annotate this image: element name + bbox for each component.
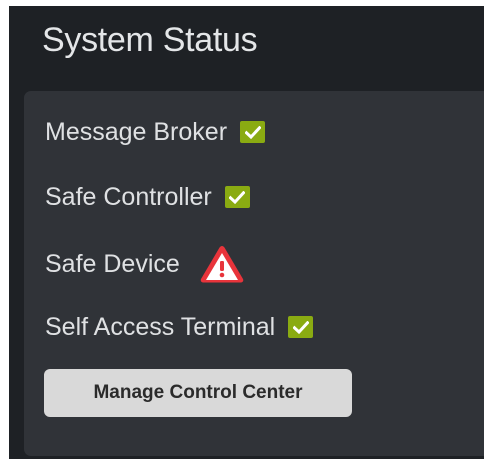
status-label: Message Broker (45, 117, 228, 146)
system-status-widget: System Status Message Broker Safe Contro… (9, 6, 484, 459)
manage-control-center-button[interactable]: Manage Control Center (44, 369, 352, 417)
checkmark-icon (240, 121, 266, 143)
status-row-self-access-terminal: Self Access Terminal (45, 307, 314, 347)
warning-triangle-icon (198, 243, 246, 285)
status-label: Safe Device (45, 249, 180, 278)
status-panel: Message Broker Safe Controller Safe Devi… (24, 91, 484, 456)
status-row-safe-device: Safe Device (45, 242, 246, 286)
checkmark-icon (224, 186, 250, 208)
status-row-message-broker: Message Broker (45, 112, 266, 152)
status-row-safe-controller: Safe Controller (45, 177, 250, 217)
checkmark-icon (288, 316, 314, 338)
widget-title: System Status (42, 21, 258, 59)
status-label: Self Access Terminal (45, 312, 276, 341)
status-label: Safe Controller (45, 182, 212, 211)
